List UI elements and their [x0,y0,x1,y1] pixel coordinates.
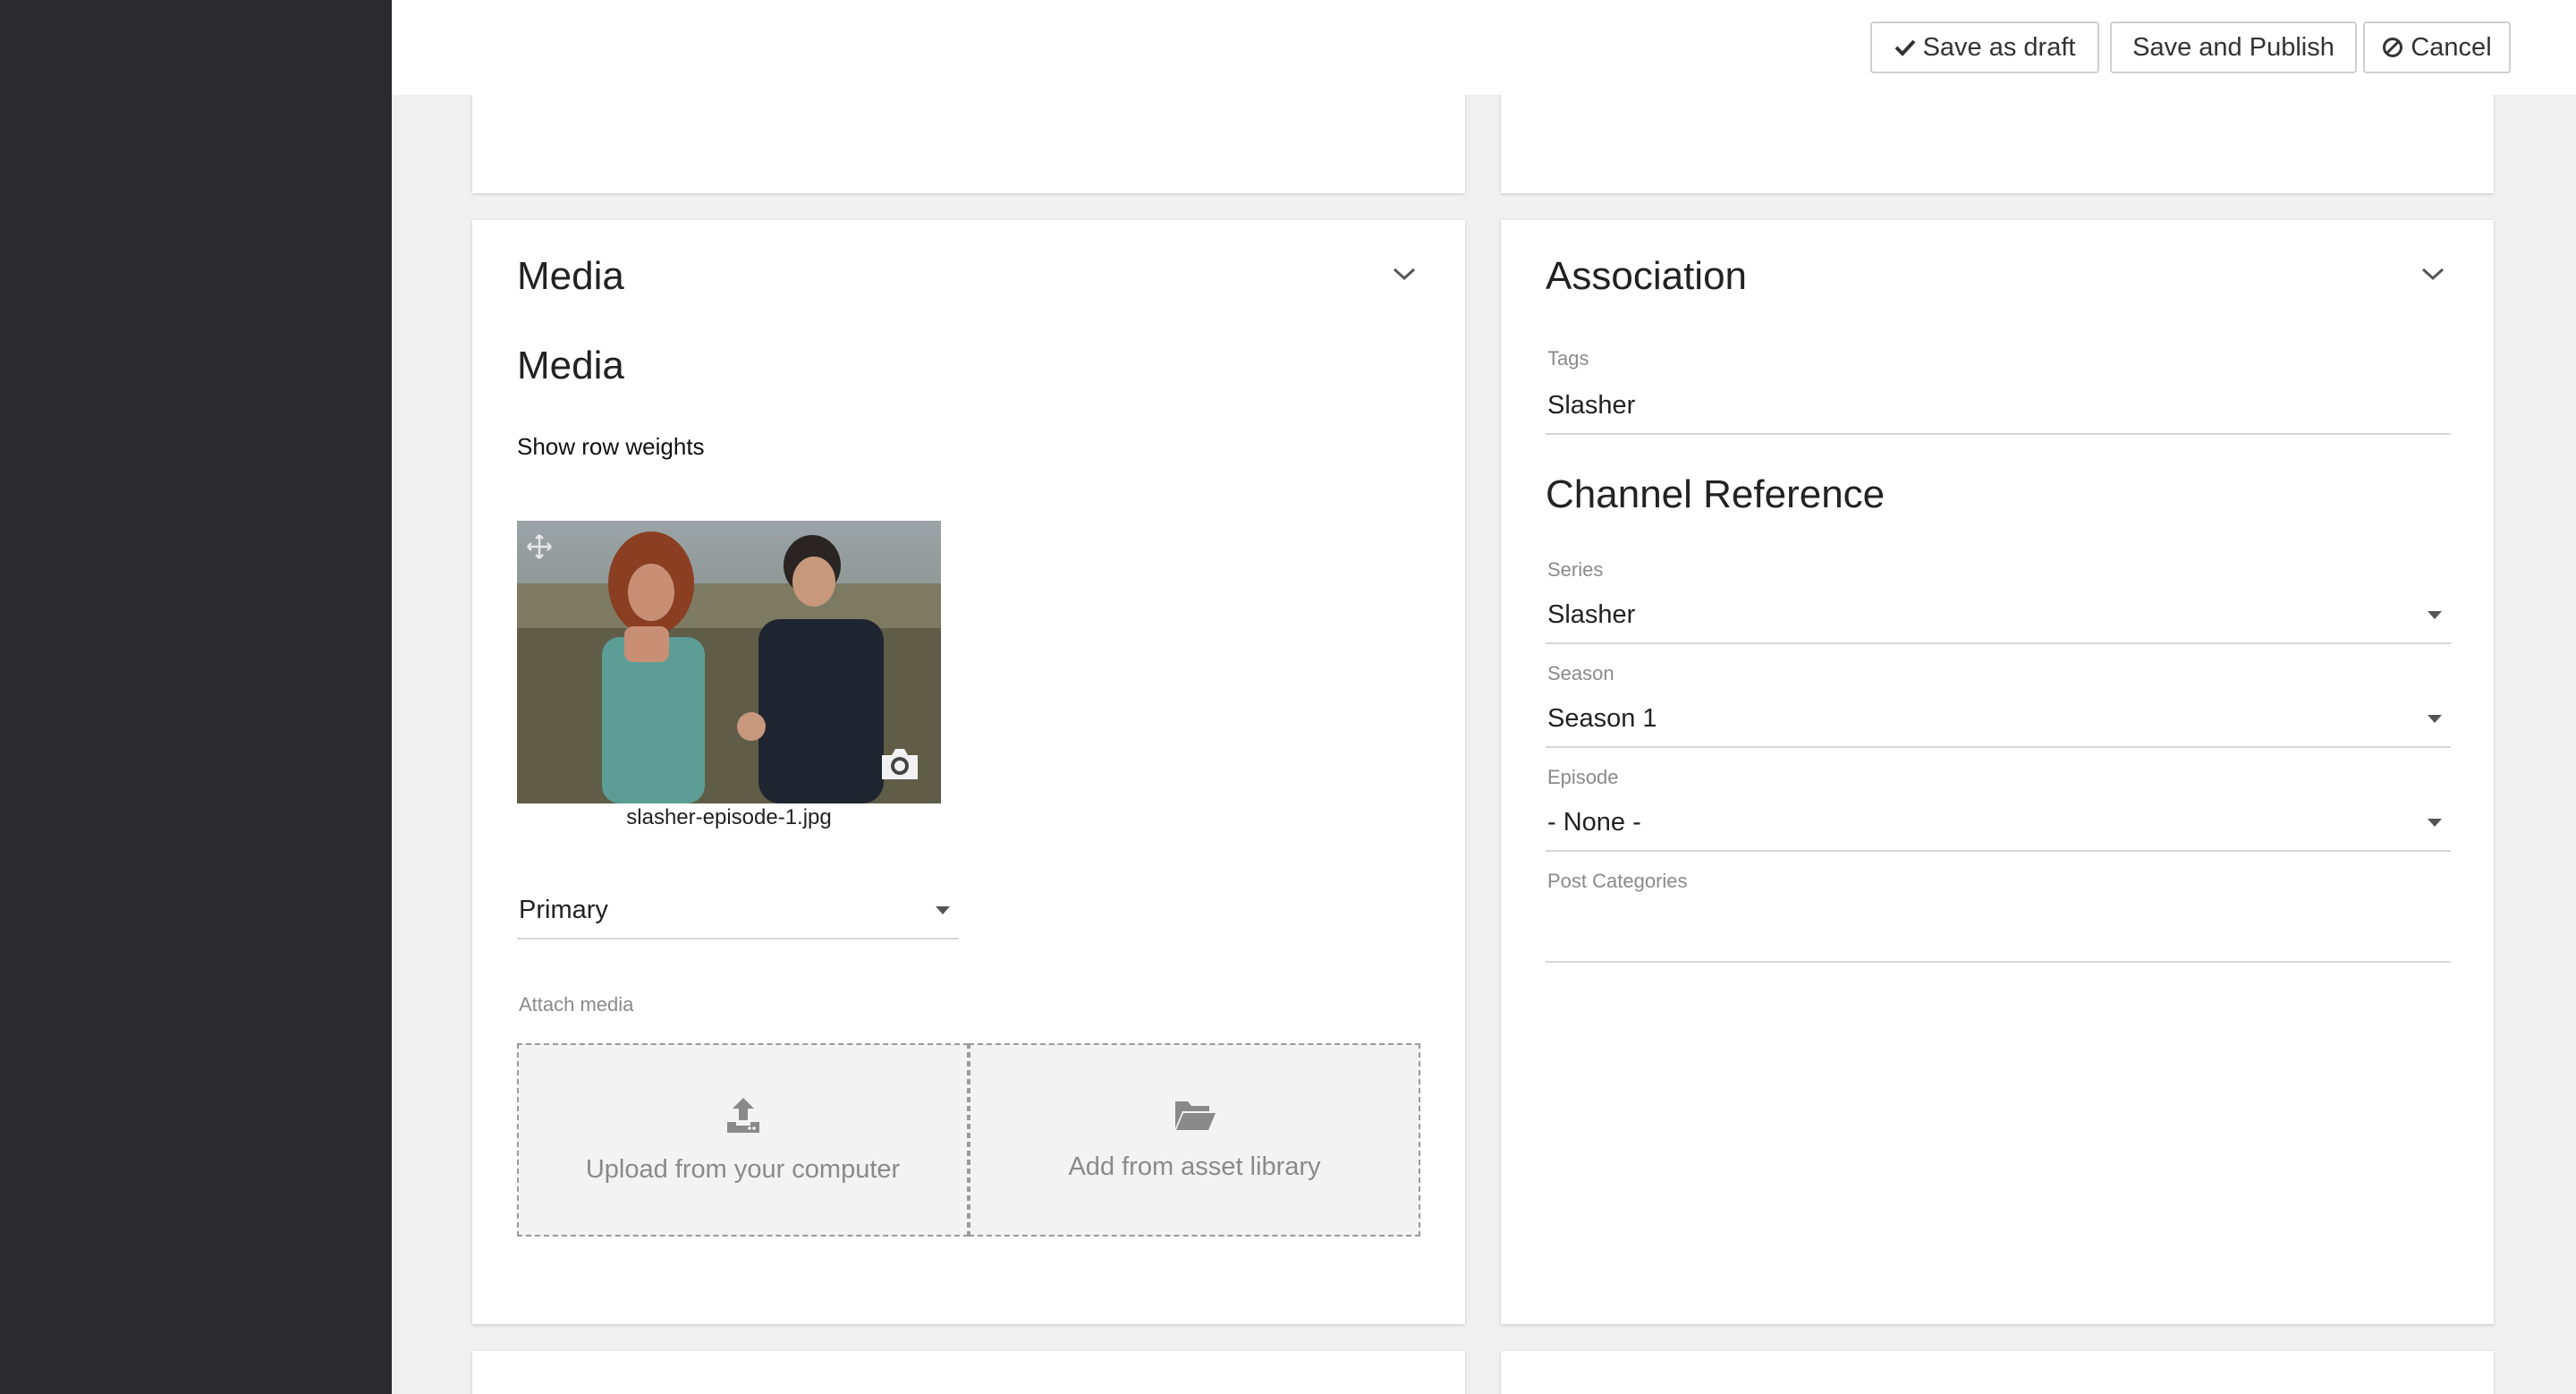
episode-select[interactable]: - None - [1546,795,2451,852]
cancel-icon [2382,37,2403,58]
series-label: Series [1547,558,1604,581]
lower-left-panel [472,1351,1465,1394]
post-categories-label: Post Categories [1547,870,1688,892]
media-thumbnail[interactable] [517,521,941,803]
episode-value: - None - [1547,807,1641,837]
drag-handle-icon[interactable] [526,533,553,565]
tags-value: Slasher [1547,390,1636,420]
association-panel: Association Tags Slasher Channel Referen… [1501,220,2494,1324]
episode-label: Episode [1547,766,1619,788]
dropdown-caret-icon [936,905,950,914]
checkmark-icon [1894,38,1916,56]
media-filename: slasher-episode-1.jpg [626,805,832,829]
association-panel-title: Association [1546,254,1748,298]
season-select[interactable]: Season 1 [1546,691,2451,748]
series-select[interactable]: Slasher [1546,587,2451,644]
action-toolbar: Save as draft Save and Publish Cancel [392,0,2576,95]
thumbnail-image [517,521,941,803]
show-row-weights-link[interactable]: Show row weights [517,433,705,461]
media-role-value: Primary [519,895,608,924]
asset-library-label: Add from asset library [1068,1152,1321,1181]
collapse-chevron-icon[interactable] [1390,259,1419,288]
channel-reference-heading: Channel Reference [1546,472,1885,516]
tags-label: Tags [1547,347,1589,370]
folder-open-icon [1174,1098,1216,1136]
upload-label: Upload from your computer [585,1155,901,1184]
dropdown-caret-icon [2428,610,2442,619]
season-label: Season [1547,662,1614,684]
camera-icon[interactable] [878,746,921,786]
media-panel-title: Media [517,254,624,298]
left-sidebar [0,0,392,1394]
series-value: Slasher [1547,599,1636,629]
media-section-heading: Media [517,344,624,387]
attach-media-label: Attach media [519,993,634,1016]
save-and-publish-button[interactable]: Save and Publish [2110,21,2357,73]
dropdown-caret-icon [2428,818,2442,827]
dropdown-caret-icon [2428,714,2442,723]
main-content: Save as draft Save and Publish Cancel Me… [392,0,2576,1394]
save-as-draft-label: Save as draft [1922,32,2076,62]
lower-right-panel [1501,1351,2494,1394]
save-as-draft-button[interactable]: Save as draft [1870,21,2099,73]
save-and-publish-label: Save and Publish [2132,32,2334,62]
cancel-label: Cancel [2411,32,2492,62]
season-value: Season 1 [1547,703,1657,733]
tags-input[interactable]: Slasher [1546,378,2451,435]
cancel-button[interactable]: Cancel [2363,21,2511,73]
upload-icon [724,1095,763,1139]
media-role-select[interactable]: Primary [517,882,959,939]
upload-from-computer-button[interactable]: Upload from your computer [517,1043,969,1237]
add-from-asset-library-button[interactable]: Add from asset library [969,1043,1420,1237]
media-panel: Media Media Show row weights slasher-epi… [472,220,1465,1324]
collapse-chevron-icon[interactable] [2419,259,2447,288]
post-categories-input[interactable] [1546,898,2451,963]
